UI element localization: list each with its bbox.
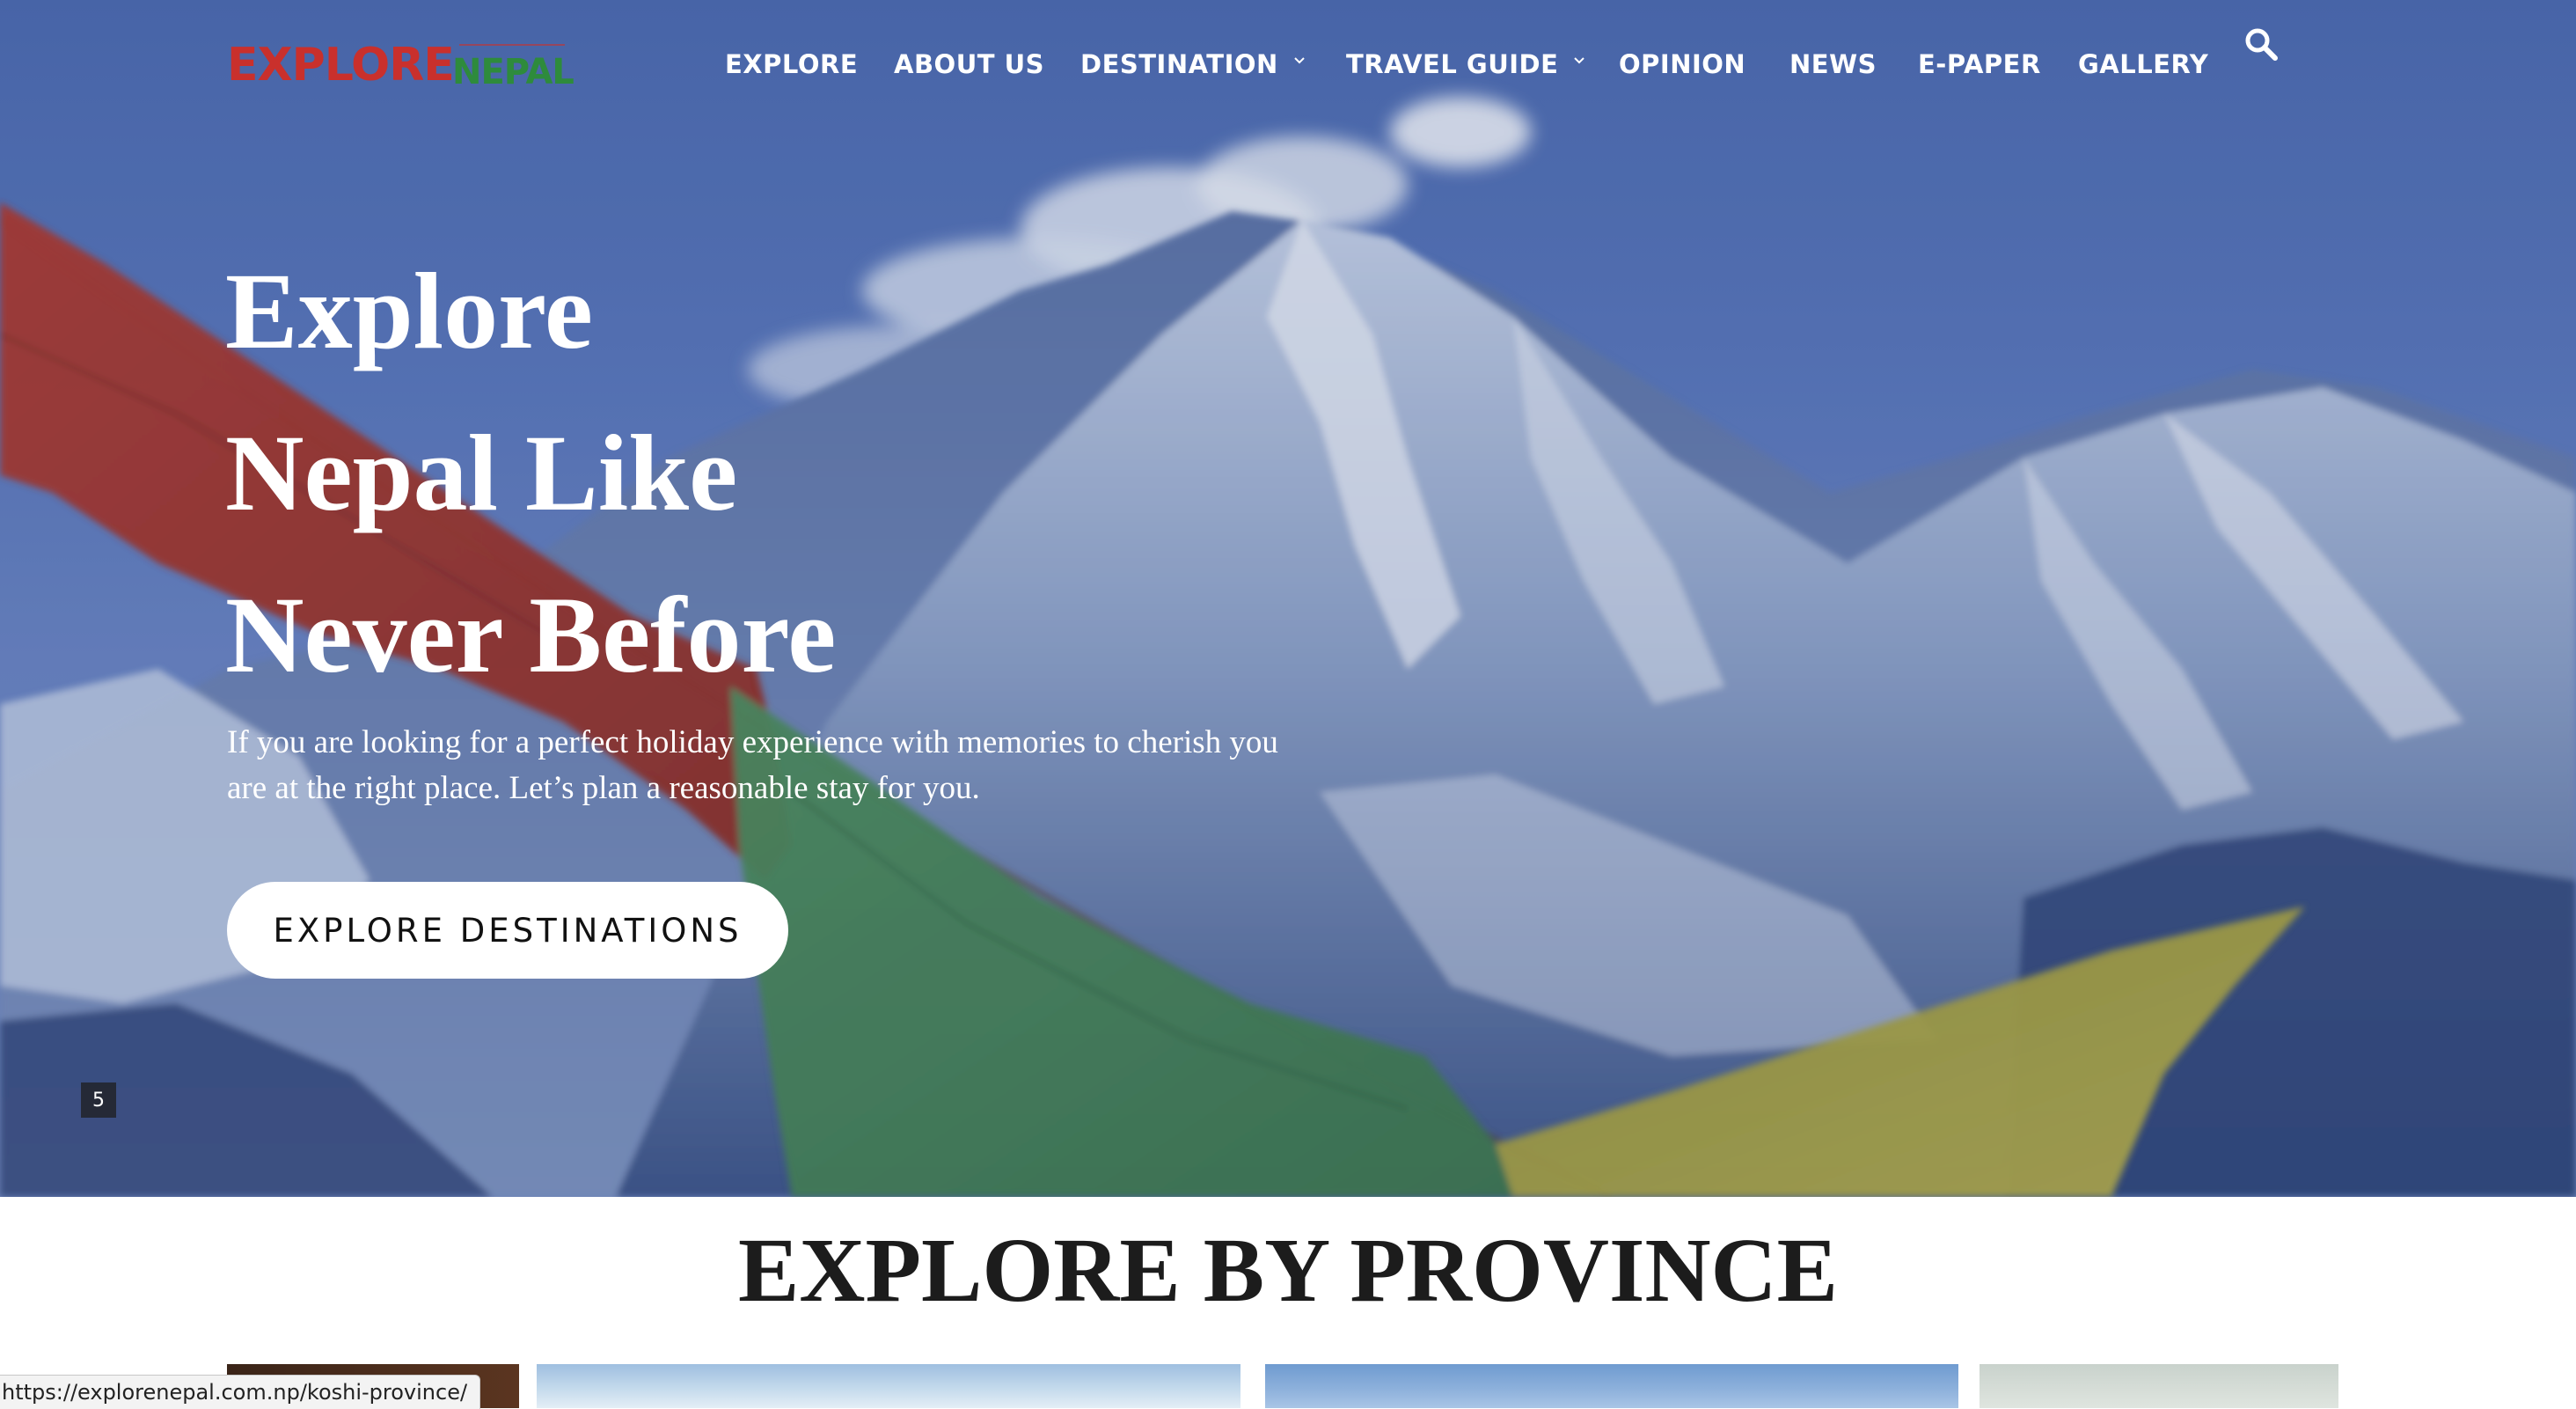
nav-item-opinion[interactable]: OPINION [1619, 44, 1745, 84]
province-card[interactable] [1265, 1364, 1958, 1408]
nav-item-label: OPINION [1619, 49, 1746, 79]
nav-item-label: E-PAPER [1918, 49, 2041, 79]
nav-item-label: DESTINATION [1080, 49, 1278, 79]
hero-subtext: If you are looking for a perfect holiday… [227, 724, 1278, 806]
province-card[interactable] [537, 1364, 1240, 1408]
nav-item-explore[interactable]: EXPLORE [725, 44, 858, 84]
nav-item-label: ABOUT US [894, 49, 1045, 79]
nav-item-news[interactable]: NEWS [1789, 44, 1877, 84]
chevron-down-icon [1574, 57, 1585, 64]
nav-item-label: NEWS [1789, 49, 1877, 79]
province-card[interactable] [1980, 1364, 2338, 1408]
link-status-bar: https://explorenepal.com.np/koshi-provin… [0, 1375, 481, 1409]
hero-headline-line: Never Before [225, 575, 837, 695]
logo-word-explore: EXPLORE [227, 39, 455, 92]
nav-item-travel-guide[interactable]: TRAVEL GUIDE [1346, 44, 1585, 84]
nav-item-about-us[interactable]: ABOUT US [894, 44, 1044, 84]
nav-item-gallery[interactable]: GALLERY [2078, 44, 2208, 84]
logo-tagline-line [459, 44, 565, 51]
explore-destinations-button[interactable]: EXPLORE DESTINATIONS [227, 882, 788, 979]
nav-item-destination[interactable]: DESTINATION [1080, 44, 1305, 84]
hero-headline: Explore Nepal Like Never Before [225, 231, 836, 716]
chevron-down-icon [1294, 57, 1305, 64]
hero-headline-line: Explore [225, 251, 593, 371]
nav-item-label: EXPLORE [725, 49, 859, 79]
section-title: EXPLORE BY PROVINCE [737, 1220, 1839, 1321]
search-icon[interactable] [2243, 26, 2279, 62]
site-logo[interactable]: EXPLORE NEPAL [227, 39, 579, 92]
nav-item-label: GALLERY [2078, 49, 2209, 79]
nav-item-label: TRAVEL GUIDE [1346, 49, 1559, 79]
hero-headline-line: Nepal Like [225, 413, 738, 533]
slide-number-badge: 5 [81, 1082, 116, 1118]
nav-item-e-paper[interactable]: E-PAPER [1918, 44, 2041, 84]
logo-word-nepal: NEPAL [452, 52, 574, 92]
